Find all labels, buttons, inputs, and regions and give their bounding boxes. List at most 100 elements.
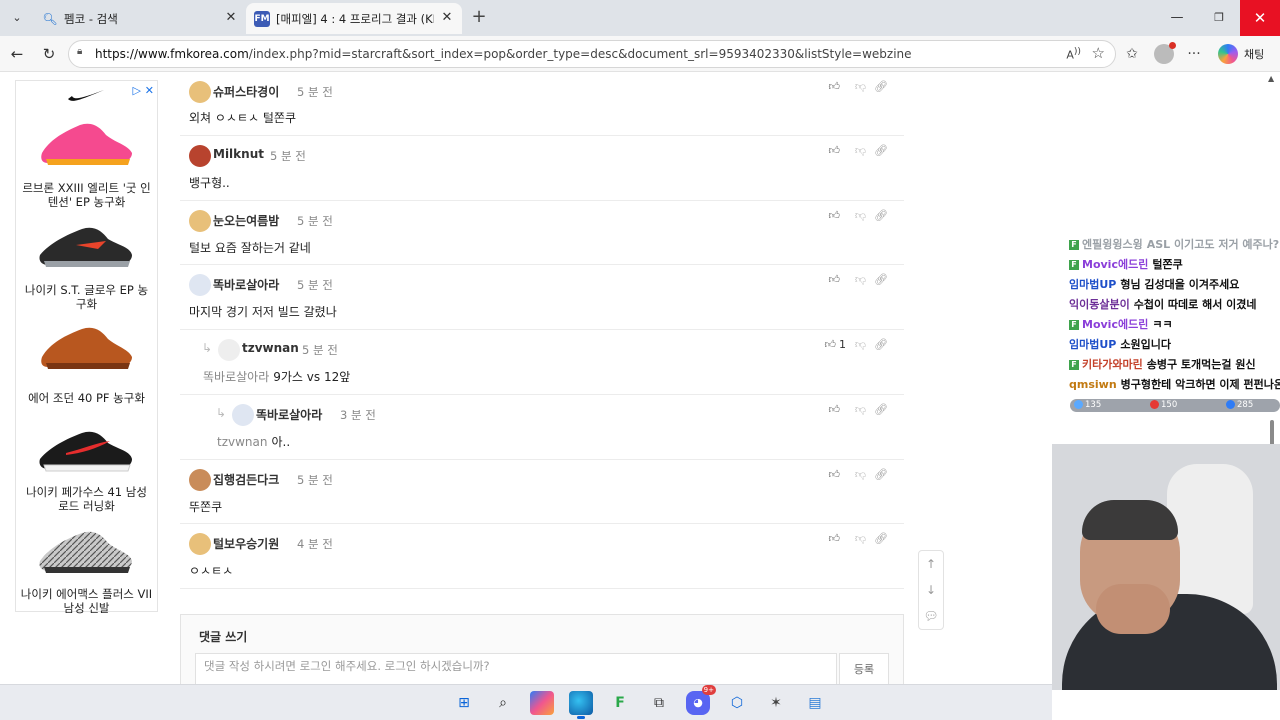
- comment-author[interactable]: Milknut: [213, 147, 264, 161]
- tab-close-icon[interactable]: ✕: [222, 9, 240, 27]
- comment-author[interactable]: 똑바로살아라: [213, 276, 279, 293]
- thumbs-down-icon[interactable]: 👎︎: [855, 209, 866, 222]
- comment-author[interactable]: 털보우승기원: [213, 535, 279, 552]
- fmkorea-icon[interactable]: F: [608, 691, 632, 715]
- reply-to-author[interactable]: tzvwnan: [217, 435, 267, 449]
- person-hand: [1096, 584, 1170, 634]
- back-button[interactable]: ←: [6, 43, 28, 65]
- address-bar[interactable]: 🔒︎ https://www.fmkorea.com/index.php?mid…: [68, 40, 1116, 68]
- link-icon[interactable]: 🔗︎: [874, 80, 888, 93]
- thumbs-up-icon[interactable]: 👍︎: [829, 144, 841, 157]
- favorite-star-icon[interactable]: ☆: [1092, 44, 1105, 62]
- copilot-icon[interactable]: [530, 691, 554, 715]
- thumbs-up-icon[interactable]: 👍︎: [829, 209, 841, 222]
- thumbs-up-icon[interactable]: 👍︎: [829, 273, 841, 286]
- upvote-count: 1: [839, 338, 846, 351]
- comment-actions: 👍︎ 👎︎ 🔗︎: [814, 144, 894, 160]
- search-icon[interactable]: ⌕: [491, 691, 515, 715]
- comment-jump-icon[interactable]: 💬︎: [919, 603, 943, 629]
- refresh-button[interactable]: ↻: [38, 43, 60, 65]
- comment-author[interactable]: 눈오는여름밤: [213, 212, 279, 229]
- comment-author[interactable]: 똑바로살아라: [256, 406, 322, 423]
- snip-icon[interactable]: ⧉: [647, 691, 671, 715]
- url-path: /index.php?mid=starcraft&sort_index=pop&…: [248, 47, 912, 61]
- ad-choices-icon[interactable]: ▷: [133, 84, 141, 97]
- scroll-top-icon[interactable]: ↑: [919, 551, 943, 577]
- thumbs-up-icon[interactable]: 👍︎: [829, 532, 841, 545]
- chat-nick: Movic에드린: [1082, 318, 1149, 331]
- chat-line: 임마법UP 소원입니다: [1069, 336, 1171, 354]
- thumbs-down-icon[interactable]: 👎︎: [855, 468, 866, 481]
- link-icon[interactable]: 🔗︎: [874, 144, 888, 157]
- copilot-icon[interactable]: [1218, 44, 1238, 64]
- avatar-icon: [232, 404, 254, 426]
- comment-actions: 👍︎ 👎︎ 🔗︎: [814, 403, 894, 419]
- reply-to-author[interactable]: 똑바로살아라: [203, 370, 269, 384]
- comment-input[interactable]: 댓글 작성 하시려면 로그인 해주세요. 로그인 하시겠습니까?: [195, 653, 837, 684]
- lock-icon: 🔒︎: [77, 46, 83, 57]
- thumbs-up-icon[interactable]: 👍︎: [829, 468, 841, 481]
- chat-msg: 털쫀쿠: [1152, 258, 1183, 271]
- scroll-up-arrow-icon[interactable]: ▲: [1268, 74, 1274, 83]
- chat-msg: 송병구 토개먹는걸 원신: [1146, 358, 1256, 371]
- link-icon[interactable]: 🔗︎: [874, 338, 888, 351]
- tab-fmkorea[interactable]: FM [매피엘] 4 : 4 프로리그 결과 (KRI그 ✕: [246, 3, 462, 34]
- comment-author[interactable]: 슈퍼스타경이: [213, 83, 279, 100]
- thumbs-up-icon[interactable]: 👍︎ 1: [825, 338, 847, 351]
- chat-nick: 엔필윙윙스윙: [1082, 238, 1143, 251]
- comment-submit-button[interactable]: 등록: [839, 653, 889, 684]
- thumbs-down-icon[interactable]: 👎︎: [855, 403, 866, 416]
- comment-item: Milknut 5 분 전 뱅구형.. 👍︎ 👎︎ 🔗︎: [180, 136, 904, 201]
- stat-item: 150: [1150, 399, 1177, 412]
- minimize-button[interactable]: —: [1156, 0, 1198, 36]
- discord-badge: 9+: [701, 685, 716, 695]
- maximize-button[interactable]: ❐: [1198, 0, 1240, 36]
- windows-start-icon[interactable]: ⊞: [452, 691, 476, 715]
- notepad-icon[interactable]: ▤: [803, 691, 827, 715]
- new-tab-button[interactable]: +: [468, 6, 490, 28]
- tab-close-icon[interactable]: ✕: [438, 9, 456, 27]
- comment-actions: 👍︎ 👎︎ 🔗︎: [814, 532, 894, 548]
- chat-line: F 키타가와마린 송병구 토개먹는걸 원신: [1069, 356, 1256, 374]
- more-options-icon[interactable]: ···: [1184, 44, 1204, 64]
- comment-author[interactable]: 집행검든다크: [213, 471, 279, 488]
- ad-close-icon[interactable]: ✕: [145, 84, 154, 97]
- link-icon[interactable]: 🔗︎: [874, 209, 888, 222]
- stream-chat-overlay: F 엔필윙윙스윙 ASL 이기고도 저거 예주나? F Movic에드린 털쫀쿠 임마법…: [1066, 224, 1280, 414]
- comment-time: 3 분 전: [340, 408, 376, 422]
- favorites-icon[interactable]: ✩: [1122, 44, 1142, 64]
- ad-banner[interactable]: ▷ ✕ 르브론 XXIII 엘리트 '굿 인텐션' EP 농구화 나이키 S.T…: [15, 80, 158, 615]
- scroll-bottom-icon[interactable]: ↓: [919, 577, 943, 603]
- link-icon[interactable]: 🔗︎: [874, 468, 888, 481]
- tab-search[interactable]: 🔍︎ 펨코 - 검색 ✕: [34, 3, 246, 34]
- comment-text: 털보 요즘 잘하는거 같네: [189, 241, 311, 255]
- reply-arrow-icon: ↳: [202, 341, 213, 355]
- thumbs-down-icon[interactable]: 👎︎: [855, 80, 866, 93]
- read-aloud-icon[interactable]: A)): [1066, 46, 1081, 62]
- thumbs-up-icon[interactable]: 👍︎: [829, 403, 841, 416]
- edge-icon[interactable]: [569, 691, 593, 719]
- close-window-button[interactable]: ✕: [1240, 0, 1280, 36]
- link-icon[interactable]: 🔗︎: [874, 532, 888, 545]
- app-icon[interactable]: ⬡: [725, 691, 749, 715]
- thumbs-down-icon[interactable]: 👎︎: [855, 338, 866, 351]
- discord-icon[interactable]: ◕ 9+: [686, 685, 716, 715]
- comment-item: 집행검든다크 5 분 전 뚜쫀쿠 👍︎ 👎︎ 🔗︎: [180, 460, 904, 524]
- thumbs-down-icon[interactable]: 👎︎: [855, 532, 866, 545]
- dog-avatar-icon: [189, 81, 211, 103]
- shoe-image: [36, 419, 136, 477]
- reply-body: 9가스 vs 12앞: [273, 370, 351, 384]
- link-icon[interactable]: 🔗︎: [874, 403, 888, 416]
- thumbs-up-icon[interactable]: 👍︎: [829, 80, 841, 93]
- link-icon[interactable]: 🔗︎: [874, 273, 888, 286]
- game-icon[interactable]: ✶: [764, 691, 788, 715]
- thumbs-down-icon[interactable]: 👎︎: [855, 273, 866, 286]
- comment-author[interactable]: tzvwnan: [242, 341, 299, 355]
- comment-time: 4 분 전: [297, 537, 333, 551]
- profile-avatar[interactable]: [1154, 42, 1176, 64]
- comment-actions: 👍︎ 👎︎ 🔗︎: [814, 80, 894, 96]
- thumbs-down-icon[interactable]: 👎︎: [855, 144, 866, 157]
- tab-title: [매피엘] 4 : 4 프로리그 결과 (KRI그: [276, 12, 434, 26]
- chat-button[interactable]: 채팅: [1244, 46, 1264, 62]
- tab-list-dropdown-icon[interactable]: ⌄: [6, 8, 28, 28]
